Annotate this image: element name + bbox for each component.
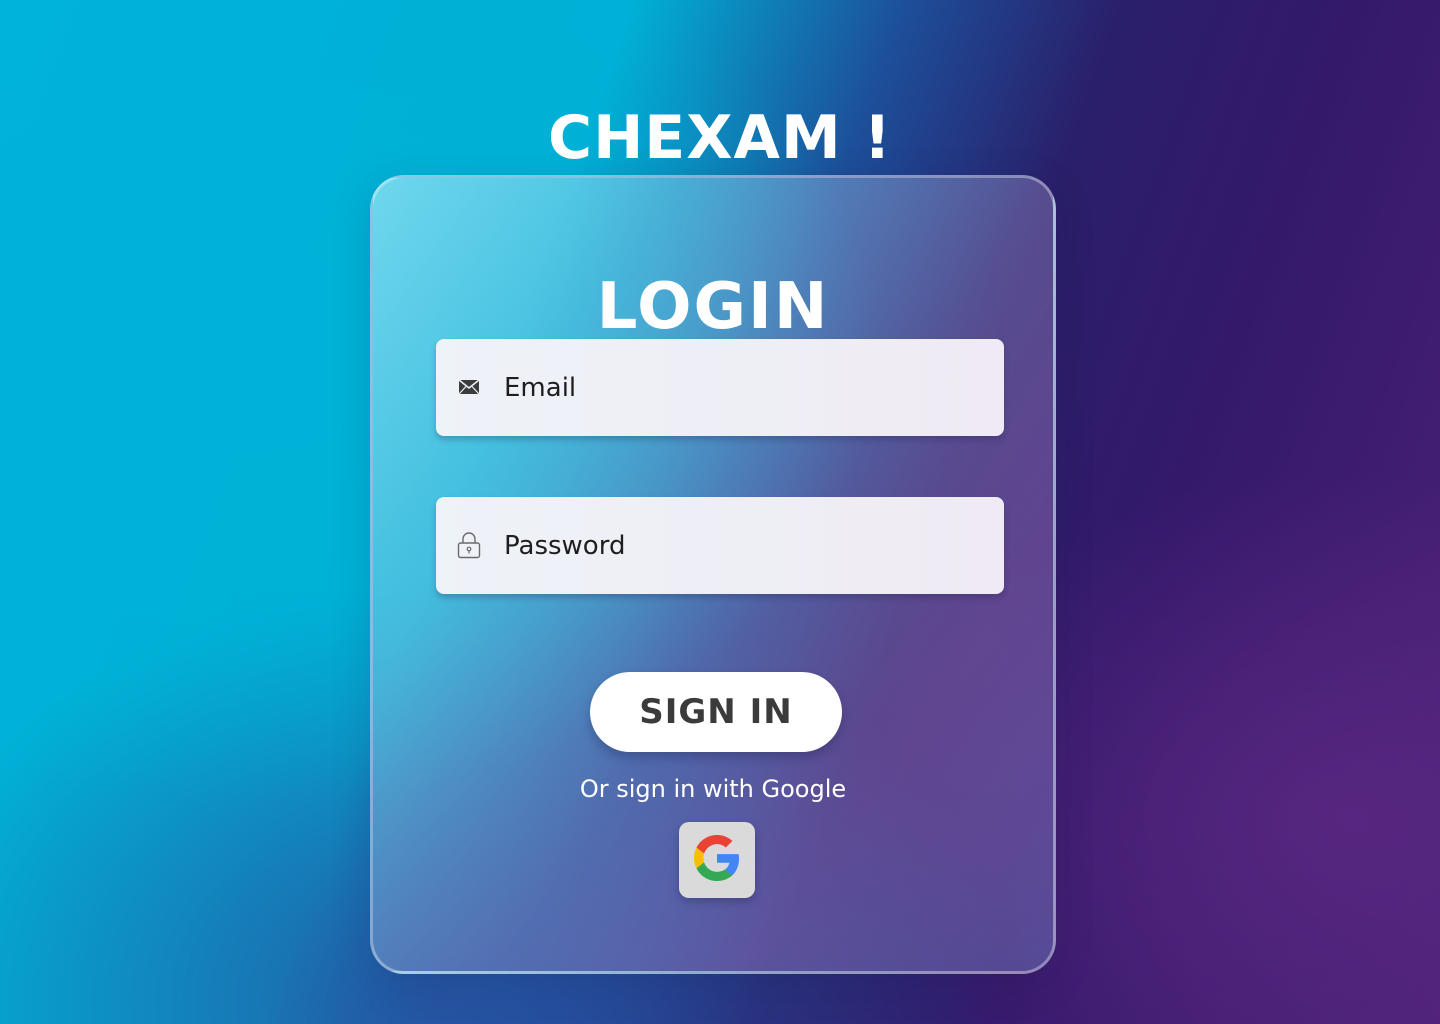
password-field[interactable]: [436, 497, 1004, 594]
app-brand-title: CHEXAM !: [548, 103, 892, 174]
sign-in-button[interactable]: SIGN IN: [590, 672, 842, 752]
password-input[interactable]: [504, 497, 984, 594]
google-icon: [694, 835, 740, 885]
login-card: LOGIN SIGN IN Or sign in with Google: [370, 175, 1056, 974]
login-title: LOGIN: [596, 270, 830, 345]
email-field[interactable]: [436, 339, 1004, 436]
google-signin-button[interactable]: [679, 822, 755, 898]
email-input[interactable]: [504, 339, 984, 436]
envelope-icon: [456, 373, 482, 401]
lock-icon: [456, 531, 482, 559]
google-signin-prompt: Or sign in with Google: [579, 775, 847, 803]
